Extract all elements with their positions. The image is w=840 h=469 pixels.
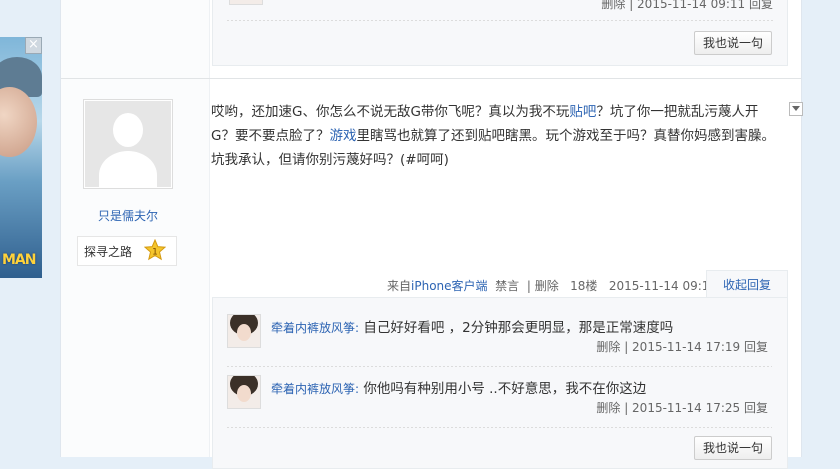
link-tieba[interactable]: 贴吧 bbox=[569, 104, 596, 120]
author-name[interactable]: 只是儒夫尔 bbox=[83, 207, 173, 224]
badge-level: 1 bbox=[152, 248, 158, 258]
reply-avatar[interactable] bbox=[227, 375, 261, 409]
reply-button[interactable]: 我也说一句 bbox=[693, 436, 772, 460]
ad-close-icon[interactable]: × bbox=[25, 37, 42, 54]
post-page: 删除 | 2015-11-14 09:11 回复 我也说一句 只是儒夫尔 探寻之… bbox=[60, 0, 803, 469]
divider bbox=[227, 427, 772, 428]
divider bbox=[227, 366, 772, 367]
reply-text: 牵着内裤放风筝: 你他吗有种别用小号 ..不好意思，我不在你这边 bbox=[271, 377, 646, 397]
post-time: 2015-11-14 09:15 bbox=[608, 279, 718, 293]
star-icon: 1 bbox=[144, 239, 166, 261]
reply-text: 牵着内裤放风筝: 自己好好看吧 ，2分钟那会更明显，那是正常速度吗 bbox=[271, 316, 673, 336]
reply-avatar bbox=[229, 0, 263, 5]
content-text: 哎哟，还加速G、你怎么不说无敌G带你飞呢？真以为我不玩 bbox=[211, 104, 570, 120]
author-column bbox=[61, 0, 210, 457]
previous-reply-box: 删除 | 2015-11-14 09:11 回复 我也说一句 bbox=[212, 0, 788, 66]
ad-character-face bbox=[0, 87, 37, 157]
ad-logo: MAN bbox=[2, 252, 36, 268]
ban-link[interactable]: 禁言 bbox=[495, 279, 519, 293]
source-link[interactable]: iPhone客户端 bbox=[411, 279, 488, 293]
delete-link[interactable]: 删除 bbox=[535, 279, 559, 293]
floor-number: 18楼 bbox=[570, 279, 598, 293]
author-avatar[interactable] bbox=[83, 99, 173, 189]
floor-divider bbox=[61, 78, 801, 79]
reply-button[interactable]: 我也说一句 bbox=[693, 31, 772, 55]
reply-username[interactable]: 牵着内裤放风筝: bbox=[271, 321, 359, 335]
collapse-replies-button[interactable]: 收起回复 bbox=[706, 270, 788, 299]
reply-content: 自己好好看吧 ，2分钟那会更明显，那是正常速度吗 bbox=[363, 320, 674, 336]
source-prefix: 来自 bbox=[387, 279, 412, 293]
reply-meta: 删除 | 2015-11-14 09:11 回复 bbox=[601, 0, 773, 11]
level-badge[interactable]: 探寻之路 1 bbox=[77, 236, 177, 266]
reply-avatar[interactable] bbox=[227, 314, 261, 348]
badge-label: 探寻之路 bbox=[84, 245, 133, 259]
reply-content: 你他吗有种别用小号 ..不好意思，我不在你这边 bbox=[363, 381, 647, 397]
divider bbox=[227, 20, 773, 21]
side-advertisement[interactable]: MAN bbox=[0, 37, 42, 278]
reply-username[interactable]: 牵着内裤放风筝: bbox=[271, 382, 359, 396]
reply-meta[interactable]: 删除 | 2015-11-14 17:19 回复 bbox=[596, 338, 768, 355]
post-dropdown-icon[interactable] bbox=[789, 102, 803, 116]
default-avatar-icon bbox=[85, 101, 171, 187]
reply-meta[interactable]: 删除 | 2015-11-14 17:25 回复 bbox=[596, 399, 768, 416]
post-content: 哎哟，还加速G、你怎么不说无敌G带你飞呢？真以为我不玩贴吧？坑了你一把就乱污蔑人… bbox=[211, 100, 781, 172]
link-game[interactable]: 游戏 bbox=[329, 128, 356, 144]
post-meta: 来自iPhone客户端 禁言 | 删除 18楼 2015-11-14 09:15 bbox=[387, 279, 718, 293]
